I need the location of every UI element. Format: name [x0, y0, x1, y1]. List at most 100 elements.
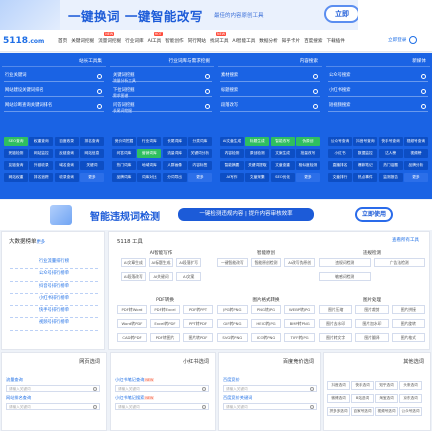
ranking-link[interactable]: 快手号排行榜单	[10, 306, 98, 319]
search-icon[interactable]	[205, 104, 210, 109]
tool-button[interactable]: 公众号查询	[328, 137, 352, 146]
more-button[interactable]: 更多	[187, 173, 212, 182]
tool-link-button[interactable]: AI改写伪原创	[284, 258, 315, 267]
nav-item[interactable]: 找词工具 NEW	[210, 32, 228, 44]
search-icon[interactable]	[202, 404, 206, 409]
tool-link-button[interactable]: 图片裁剪	[355, 305, 389, 314]
tool-button[interactable]: 关键词分析	[187, 149, 212, 158]
nav-item[interactable]: 下载插件	[326, 38, 344, 44]
tool-link-button[interactable]: AI文案	[176, 272, 201, 281]
field-label-text[interactable]: 流量查询	[6, 377, 23, 382]
tool-button[interactable]: 文案生成	[270, 149, 295, 158]
tool-button[interactable]: 数据监控	[353, 149, 378, 158]
tool-button[interactable]: 长尾词库	[162, 137, 187, 146]
keyword-input[interactable]: 请输入关键词	[6, 384, 100, 392]
tool-link-button[interactable]: AI关键词	[148, 272, 174, 281]
nav-item[interactable]: 行业词库	[125, 38, 143, 44]
banner2-cta-button[interactable]: 立即使用	[355, 207, 393, 222]
search-icon[interactable]	[313, 104, 318, 109]
tool-button[interactable]: 营销词库	[137, 149, 162, 158]
keyword-button[interactable]: B站选词	[351, 394, 374, 403]
tool-link-button[interactable]: PDF转Excel	[150, 305, 180, 314]
tool-button[interactable]: 热门话题	[378, 161, 403, 170]
violation-check-banner[interactable]: 智能违规词检测 一键检测违规内容 | 提升内容审核效率 立即使用	[0, 200, 432, 230]
tool-button[interactable]: 网站监控	[29, 149, 54, 158]
ranking-link[interactable]: 小红书排行榜单	[10, 294, 98, 307]
tool-button[interactable]: 分类词库	[187, 137, 212, 146]
search-icon[interactable]	[97, 89, 102, 94]
search-icon[interactable]	[97, 104, 102, 109]
tool-button[interactable]: 词库对比	[137, 173, 162, 182]
field-label[interactable]: 百度竞价关键词	[223, 395, 317, 401]
tool-search-input[interactable]: 网站建设关键词排名	[4, 86, 104, 97]
ranking-link[interactable]: 行业流量排行榜	[10, 257, 98, 270]
nav-item-label[interactable]: 数据分析	[259, 39, 277, 44]
keyword-input[interactable]: 请输入关键词	[223, 402, 317, 410]
tool-button[interactable]: 友链查询	[4, 161, 28, 170]
tool-button[interactable]: 地域词库	[137, 161, 162, 170]
tool-link-button[interactable]: SVG转PNG	[217, 333, 248, 342]
ranking-link[interactable]: 抖音号排行榜单	[10, 282, 98, 294]
tool-link-button[interactable]: TIFF转JPG	[284, 333, 315, 342]
keyword-button[interactable]: 公众号选词	[399, 407, 422, 416]
nav-item-label[interactable]: 关键词挖掘	[71, 39, 94, 44]
nav-item-label[interactable]: 知乎卡片	[282, 39, 300, 44]
keyword-input[interactable]: 请输入关键词	[6, 402, 100, 410]
field-label-text[interactable]: 百度竞价	[223, 377, 240, 382]
tool-button[interactable]: 网站信息	[79, 149, 104, 158]
tool-link-button[interactable]: AI段落扩写	[176, 258, 201, 267]
login-link[interactable]: 立即登录	[388, 37, 406, 43]
field-label[interactable]: 小红书笔记查询NEW	[115, 377, 209, 383]
tool-button[interactable]: 监测报告	[378, 173, 403, 182]
tool-search-input[interactable]: 问答词挖掘 长尾词挖掘	[112, 101, 212, 113]
tool-button[interactable]: AI写作	[220, 173, 244, 182]
tool-button[interactable]: 视频榜	[403, 149, 428, 158]
nav-item[interactable]: AI智能工具	[232, 38, 255, 44]
tool-button[interactable]: 批量改写	[295, 149, 320, 158]
tool-link-button[interactable]: JPG转PNG	[217, 305, 248, 314]
field-label-text[interactable]: 小红书笔记查询	[115, 377, 144, 382]
tool-button[interactable]: 达人榜	[378, 149, 403, 158]
keyword-button[interactable]: 视频号选词	[375, 407, 398, 416]
field-label-text[interactable]: 网站排名查询	[6, 395, 31, 400]
tool-button[interactable]: 行业词库	[137, 137, 162, 146]
keyword-input[interactable]: 请输入关键词	[115, 384, 209, 392]
tool-button[interactable]: 抖音号查询	[353, 137, 378, 146]
tool-link-button[interactable]: GIF转PNG	[217, 319, 248, 328]
tool-button[interactable]: 视频号查询	[403, 137, 428, 146]
tool-button[interactable]: AI文章生成	[220, 137, 244, 146]
keyword-button[interactable]: 头条选词	[399, 381, 422, 390]
tool-link-button[interactable]: 图片加水印	[355, 319, 389, 328]
tool-link-button[interactable]: 图片转文字	[319, 333, 353, 342]
tool-link-button[interactable]: AI文章生成	[121, 258, 146, 267]
tool-button[interactable]: SEO优化	[270, 173, 295, 182]
more-button[interactable]: 更多	[295, 173, 320, 182]
tool-button[interactable]: 相似度检测	[295, 161, 320, 170]
nav-item-label[interactable]: AI智能工具	[232, 39, 255, 44]
tool-button[interactable]: 内容检测	[220, 149, 244, 158]
search-icon[interactable]	[313, 74, 318, 79]
nav-item-label[interactable]: 首页	[58, 39, 67, 44]
nav-item-label[interactable]: AI工具	[148, 39, 162, 44]
nav-item-label[interactable]: 流量词挖掘	[98, 39, 121, 44]
nav-item[interactable]: 流量词挖掘 NEW	[98, 32, 121, 44]
tool-button[interactable]: 问答词库	[112, 149, 136, 158]
nav-item-label[interactable]: 百度搜索	[304, 39, 322, 44]
tool-link-button[interactable]: 敏感词检测	[319, 272, 371, 281]
more-button[interactable]: 更多	[403, 173, 428, 182]
keyword-button[interactable]: 京东选词	[399, 394, 422, 403]
search-icon[interactable]	[93, 404, 97, 409]
tool-link-button[interactable]: 一键智能改写	[217, 258, 248, 267]
tool-button[interactable]: 外链收录	[29, 161, 54, 170]
tool-button[interactable]: 小红书	[328, 149, 352, 158]
tool-search-input[interactable]: 下拉词挖掘 需求图谱	[112, 86, 212, 98]
tool-button[interactable]: 智能改写	[270, 137, 295, 146]
tool-button[interactable]: 直播排名	[328, 161, 352, 170]
tool-search-input[interactable]: 短视频搜索	[328, 101, 428, 112]
keyword-button[interactable]: 抖音选词	[327, 381, 350, 390]
tool-link-button[interactable]: Word转PDF	[117, 319, 147, 328]
tool-button[interactable]: 文章排行	[328, 173, 352, 182]
ranking-more-link[interactable]: 更多	[37, 240, 46, 245]
banner-cta-button[interactable]: 立即	[324, 5, 360, 23]
top-banner-ad[interactable]: 一键换词 一键智能改写 最佳的内容原创工具 立即	[0, 0, 432, 30]
